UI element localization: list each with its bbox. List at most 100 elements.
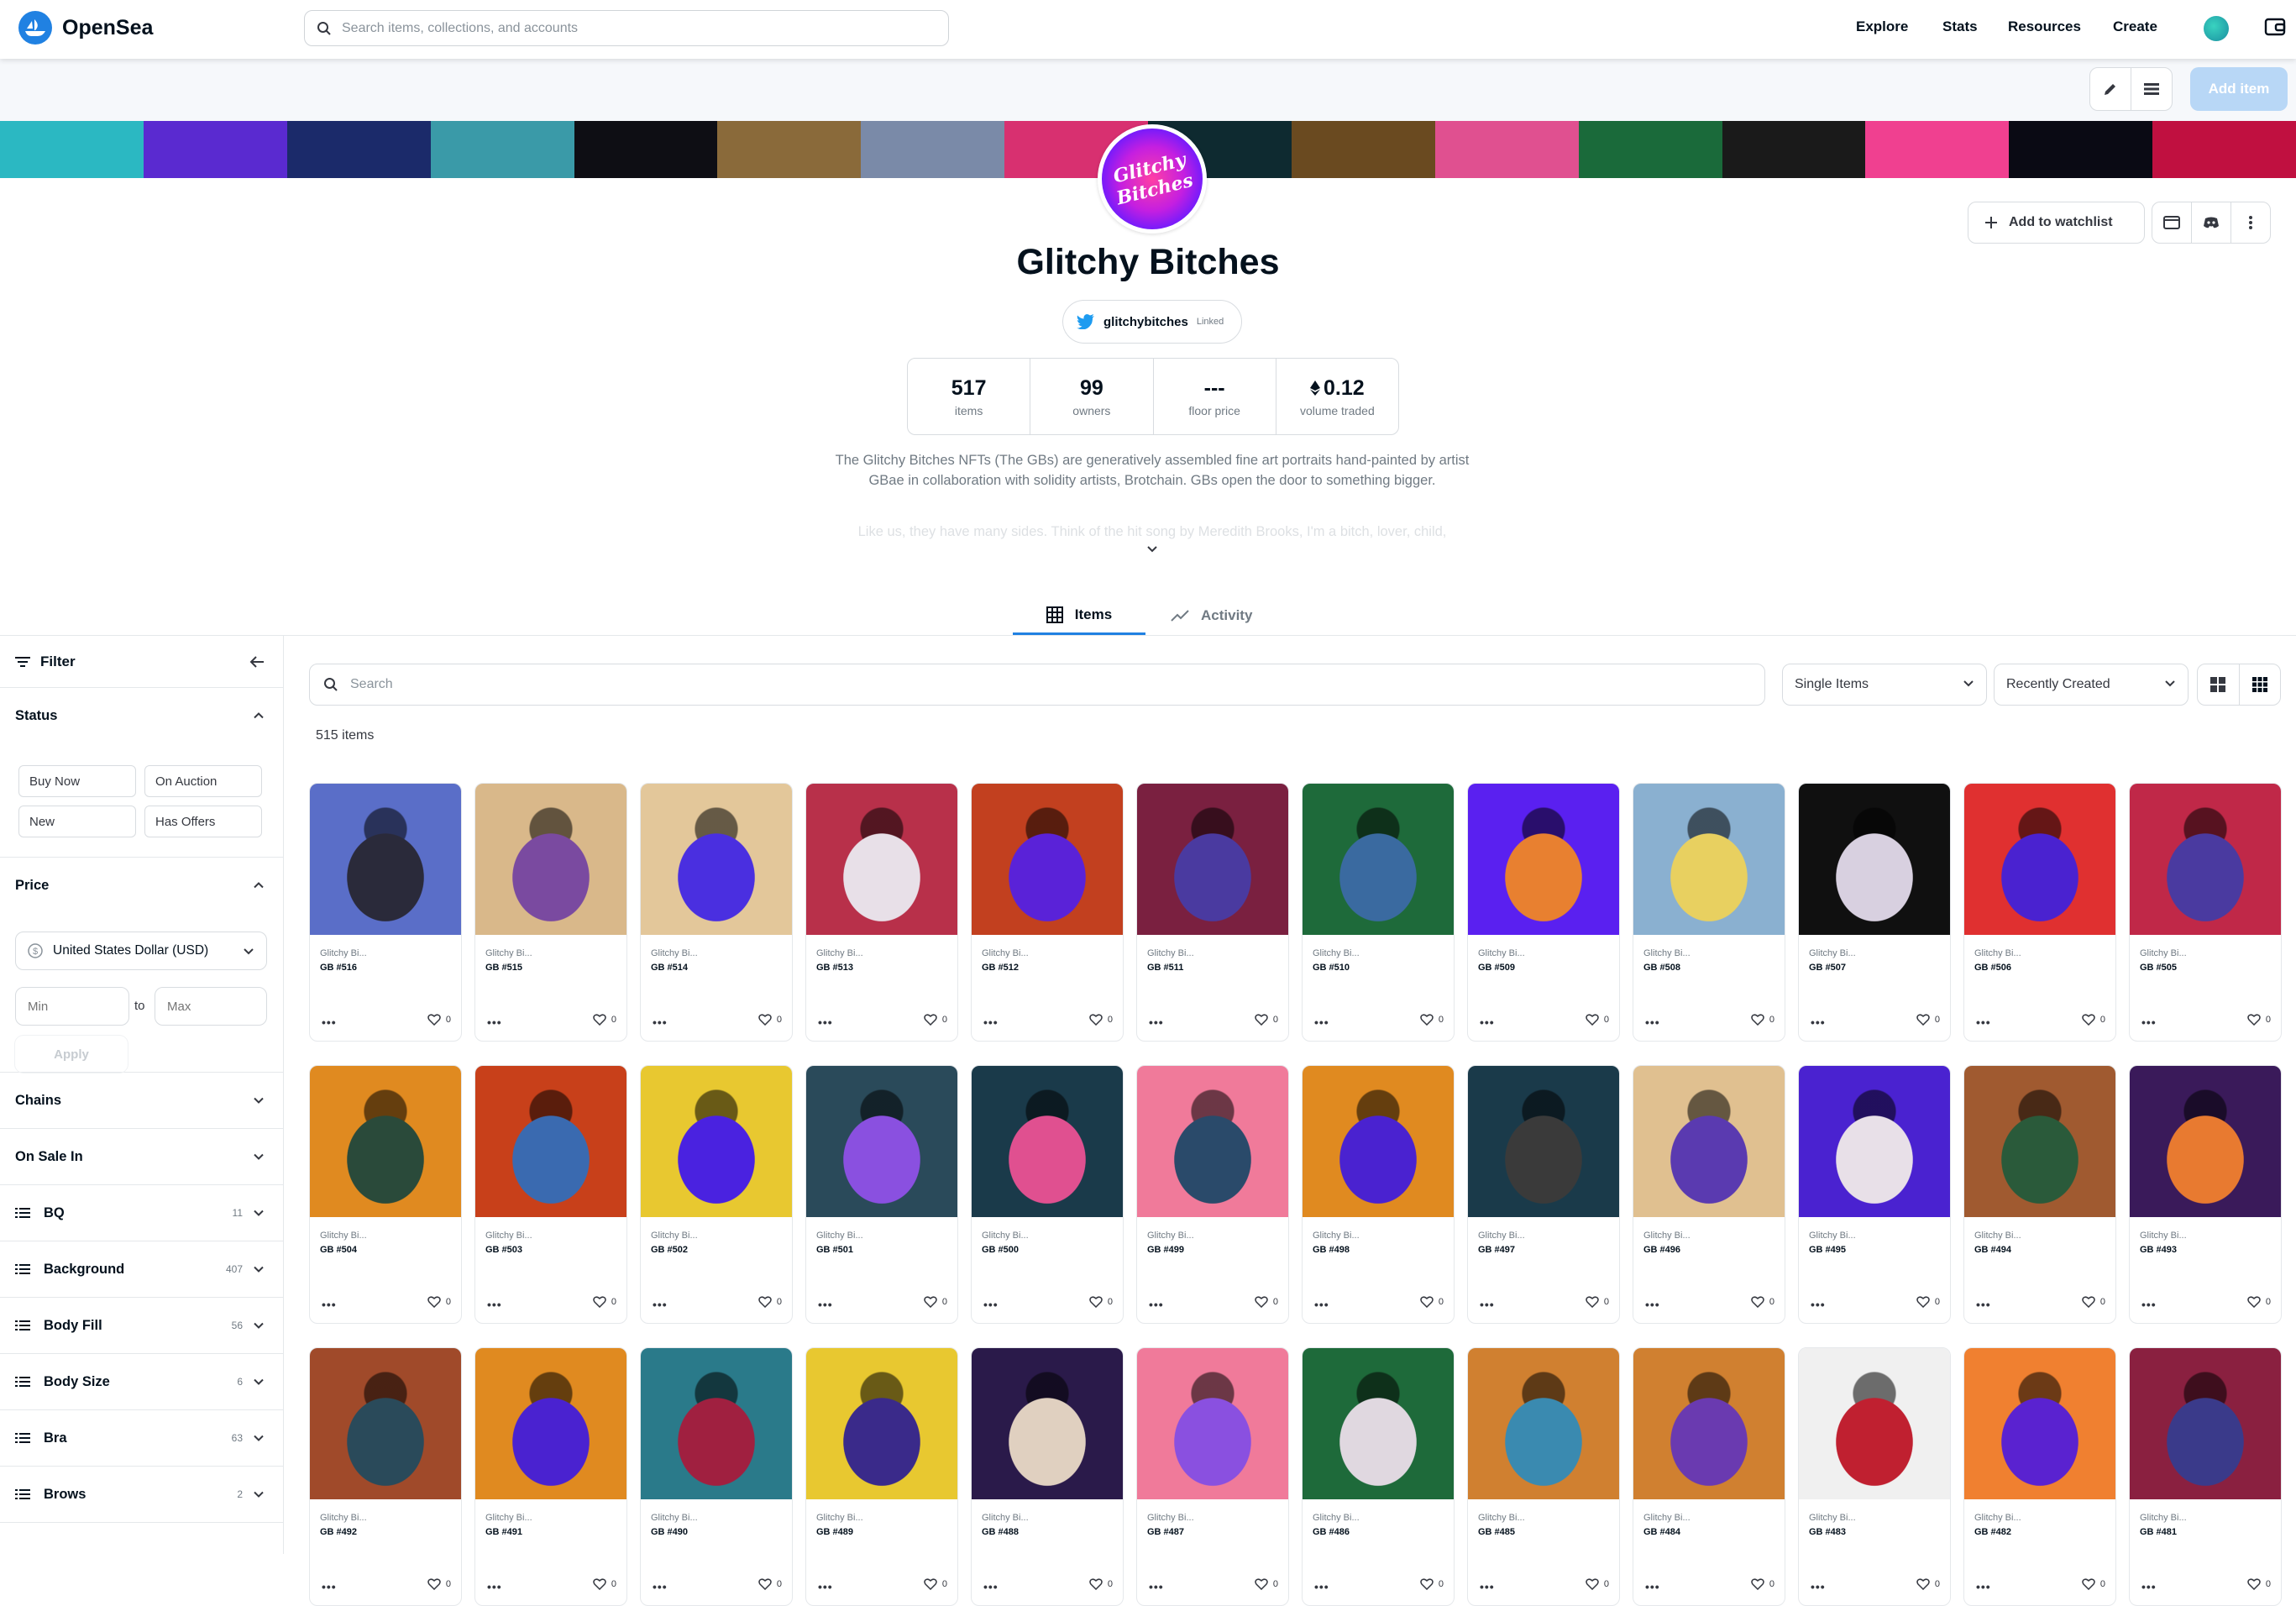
more-options-dots-icon[interactable]: ••• [1314,1016,1329,1029]
more-options-dots-icon[interactable]: ••• [1645,1580,1660,1593]
nft-image[interactable] [1137,1066,1288,1217]
status-new[interactable]: New [18,806,136,837]
nft-card[interactable]: Glitchy Bi... GB #507 ••• 0 [1798,783,1951,1042]
more-options-dots-icon[interactable]: ••• [818,1016,833,1029]
more-options-dots-icon[interactable]: ••• [1976,1016,1991,1029]
favorite-button[interactable]: 0 [1586,1014,1609,1026]
nft-image[interactable] [475,1066,626,1217]
nft-image[interactable] [972,784,1123,935]
nft-image[interactable] [806,1066,957,1217]
more-options-dots-icon[interactable]: ••• [1811,1016,1826,1029]
price-apply-button[interactable]: Apply [15,1036,128,1073]
favorite-button[interactable]: 0 [1089,1296,1113,1308]
trait-header[interactable]: Body Fill 56 [0,1298,283,1353]
favorite-button[interactable]: 0 [427,1296,451,1308]
nft-image[interactable] [1303,1348,1454,1499]
nft-card[interactable]: Glitchy Bi... GB #486 ••• 0 [1302,1347,1455,1606]
favorite-button[interactable]: 0 [2247,1296,2271,1308]
nav-explore[interactable]: Explore [1856,18,1908,35]
nft-image[interactable] [310,1348,461,1499]
nft-card[interactable]: Glitchy Bi... GB #490 ••• 0 [640,1347,793,1606]
nft-image[interactable] [806,1348,957,1499]
favorite-button[interactable]: 0 [427,1014,451,1026]
favorite-button[interactable]: 0 [1586,1296,1609,1308]
favorite-button[interactable]: 0 [1751,1014,1774,1026]
trait-header[interactable]: Body Size 6 [0,1354,283,1409]
nft-image[interactable] [1964,1066,2115,1217]
stat-items[interactable]: 517 items [908,359,1031,434]
favorite-button[interactable]: 0 [1420,1578,1444,1590]
favorite-button[interactable]: 0 [2247,1578,2271,1590]
more-options-dots-icon[interactable]: ••• [1976,1298,1991,1311]
profile-avatar[interactable] [2204,16,2229,41]
favorite-button[interactable]: 0 [2247,1014,2271,1026]
favorite-button[interactable]: 0 [427,1578,451,1590]
add-item-button[interactable]: Add item [2190,67,2288,111]
more-options-dots-icon[interactable]: ••• [1811,1580,1826,1593]
favorite-button[interactable]: 0 [1255,1296,1278,1308]
discord-button[interactable] [2191,202,2231,244]
more-options-dots-icon[interactable]: ••• [487,1298,502,1311]
items-search-input[interactable]: Search [309,664,1765,706]
nft-image[interactable] [641,1066,792,1217]
nav-create[interactable]: Create [2113,18,2157,35]
nft-image[interactable] [1964,784,2115,935]
favorite-button[interactable]: 0 [2082,1578,2105,1590]
nft-card[interactable]: Glitchy Bi... GB #508 ••• 0 [1633,783,1785,1042]
nft-image[interactable] [1303,784,1454,935]
trait-header[interactable]: Brows 2 [0,1467,283,1522]
large-grid-button[interactable] [2198,664,2240,705]
status-has-offers[interactable]: Has Offers [144,806,262,837]
price-min-input[interactable] [15,987,129,1026]
chains-header[interactable]: Chains [0,1073,283,1128]
nft-card[interactable]: Glitchy Bi... GB #491 ••• 0 [474,1347,627,1606]
more-options-dots-icon[interactable]: ••• [1149,1016,1164,1029]
more-options-dots-icon[interactable]: ••• [1645,1298,1660,1311]
favorite-button[interactable]: 0 [593,1578,616,1590]
favorite-button[interactable]: 0 [1916,1014,1940,1026]
favorite-button[interactable]: 0 [924,1296,947,1308]
favorite-button[interactable]: 0 [1751,1578,1774,1590]
more-options-dots-icon[interactable]: ••• [322,1298,337,1311]
nft-card[interactable]: Glitchy Bi... GB #501 ••• 0 [805,1065,958,1324]
nft-image[interactable] [2130,1066,2281,1217]
more-options-dots-icon[interactable]: ••• [1480,1580,1495,1593]
nav-stats[interactable]: Stats [1942,18,1978,35]
more-options-dots-icon[interactable]: ••• [653,1016,668,1029]
trait-header[interactable]: Background 407 [0,1241,283,1297]
nft-card[interactable]: Glitchy Bi... GB #493 ••• 0 [2129,1065,2282,1324]
add-to-watchlist-button[interactable]: Add to watchlist [1968,202,2145,244]
nav-resources[interactable]: Resources [2008,18,2081,35]
nft-card[interactable]: Glitchy Bi... GB #511 ••• 0 [1136,783,1289,1042]
nft-image[interactable] [806,784,957,935]
nft-card[interactable]: Glitchy Bi... GB #505 ••• 0 [2129,783,2282,1042]
favorite-button[interactable]: 0 [593,1296,616,1308]
more-options-dots-icon[interactable]: ••• [1645,1016,1660,1029]
more-options-dots-icon[interactable]: ••• [487,1016,502,1029]
nft-image[interactable] [1964,1348,2115,1499]
more-options-dots-icon[interactable]: ••• [487,1580,502,1593]
favorite-button[interactable]: 0 [1751,1296,1774,1308]
more-options-dots-icon[interactable]: ••• [1314,1298,1329,1311]
more-options-dots-icon[interactable]: ••• [322,1016,337,1029]
nft-card[interactable]: Glitchy Bi... GB #506 ••• 0 [1963,783,2116,1042]
favorite-button[interactable]: 0 [1916,1578,1940,1590]
nft-card[interactable]: Glitchy Bi... GB #503 ••• 0 [474,1065,627,1324]
more-options-dots-icon[interactable]: ••• [1480,1016,1495,1029]
stat-owners[interactable]: 99 owners [1030,359,1154,434]
favorite-button[interactable]: 0 [924,1578,947,1590]
nft-card[interactable]: Glitchy Bi... GB #492 ••• 0 [309,1347,462,1606]
small-grid-button[interactable] [2240,664,2281,705]
nft-card[interactable]: Glitchy Bi... GB #481 ••• 0 [2129,1347,2282,1606]
favorite-button[interactable]: 0 [1420,1014,1444,1026]
item-type-select[interactable]: Single Items [1782,664,1987,706]
more-options-dots-icon[interactable]: ••• [1149,1580,1164,1593]
more-options-dots-icon[interactable]: ••• [818,1298,833,1311]
tab-activity[interactable]: Activity [1171,596,1252,635]
nft-image[interactable] [1468,1066,1619,1217]
nft-image[interactable] [2130,784,2281,935]
nft-card[interactable]: Glitchy Bi... GB #495 ••• 0 [1798,1065,1951,1324]
more-options-dots-icon[interactable]: ••• [983,1580,999,1593]
favorite-button[interactable]: 0 [2082,1014,2105,1026]
favorite-button[interactable]: 0 [1255,1578,1278,1590]
